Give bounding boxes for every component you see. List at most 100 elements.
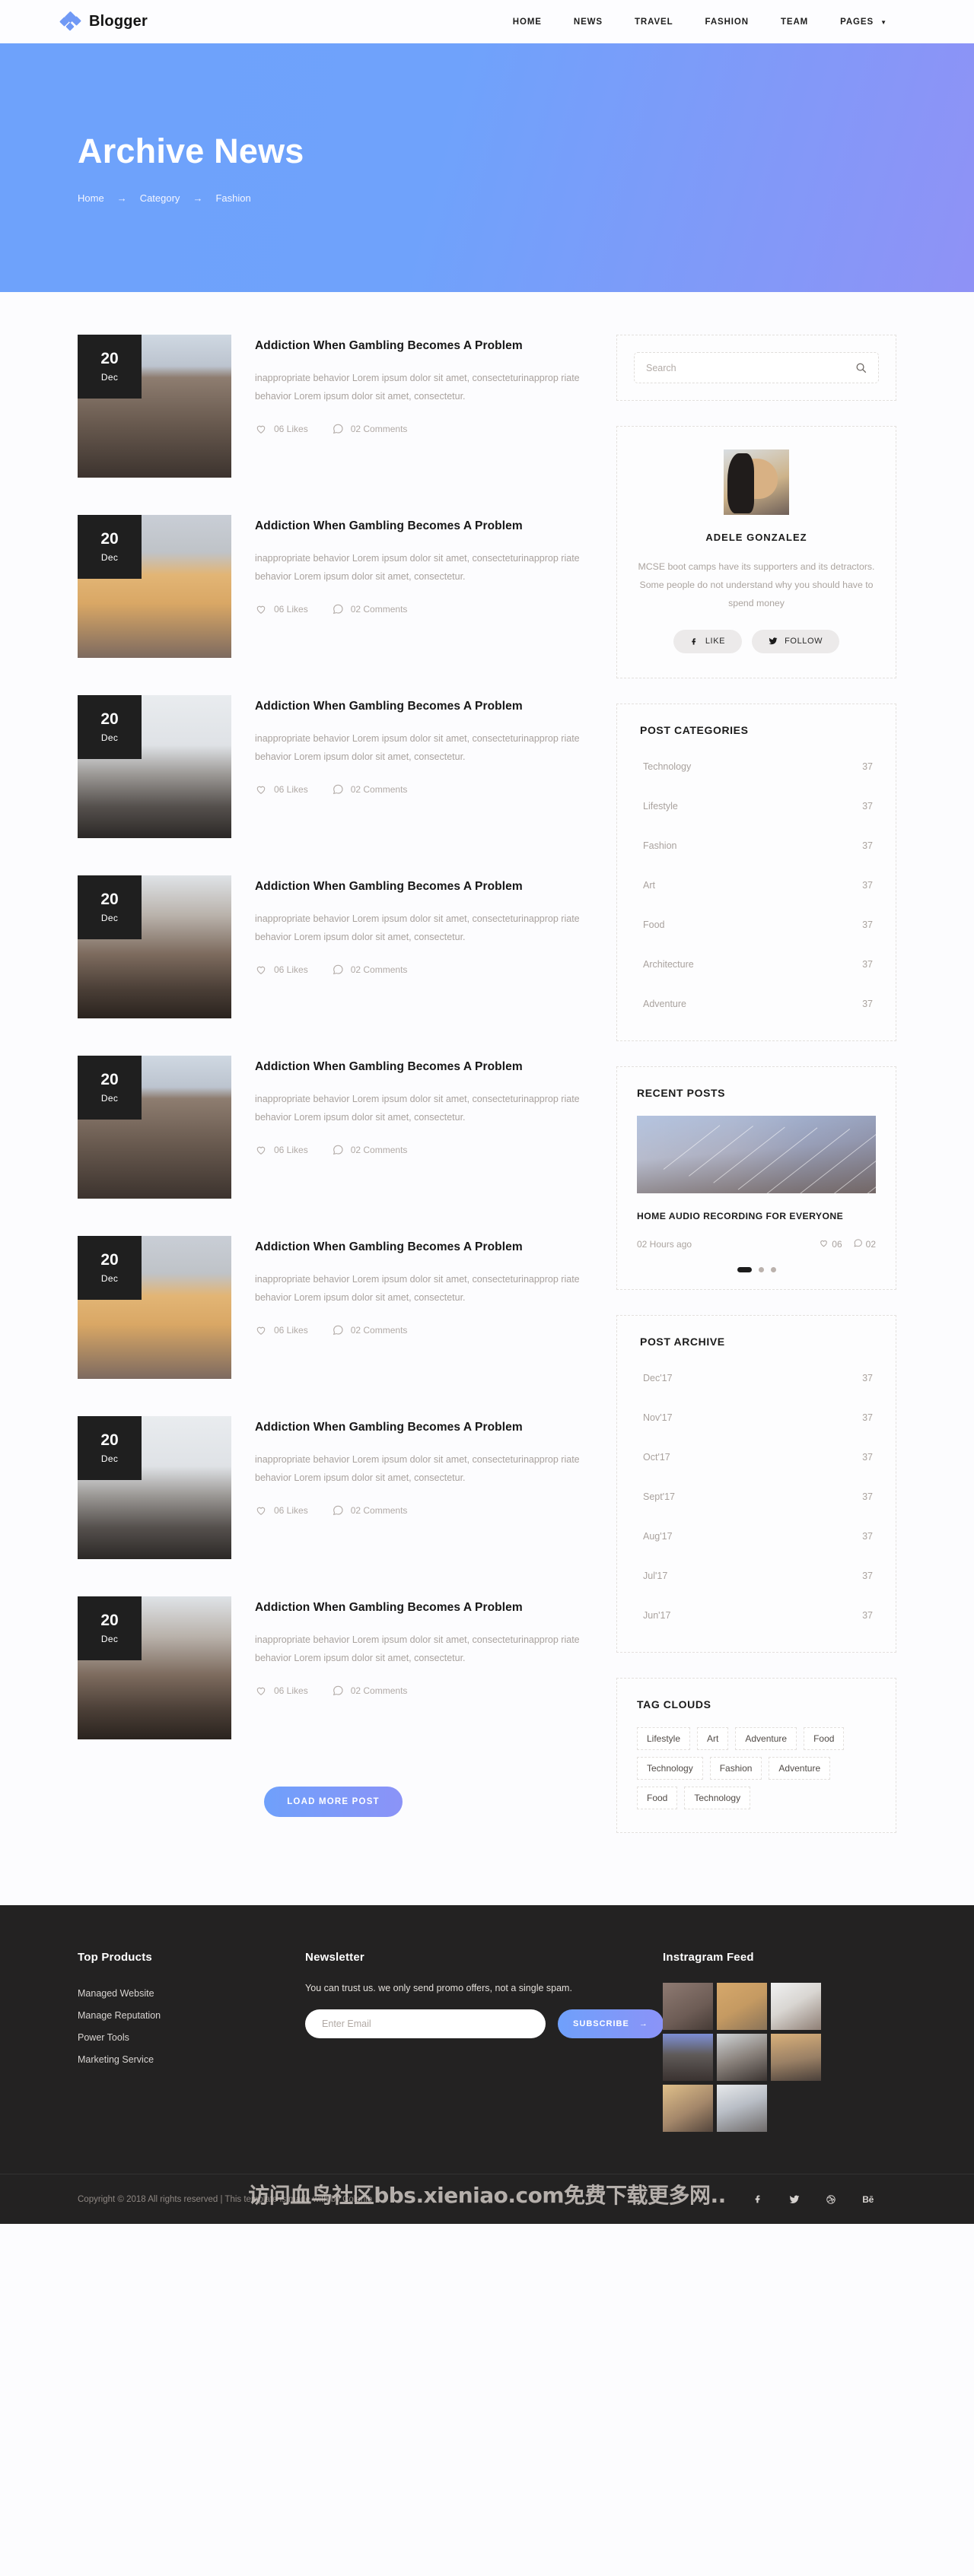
tag-item[interactable]: Technology xyxy=(684,1787,751,1810)
post-title[interactable]: Addiction When Gambling Becomes A Proble… xyxy=(255,1419,589,1436)
carousel-dot-2[interactable] xyxy=(758,1267,764,1273)
post-title[interactable]: Addiction When Gambling Becomes A Proble… xyxy=(255,518,589,535)
footer-link[interactable]: Managed Website xyxy=(78,1983,305,2005)
post-title[interactable]: Addiction When Gambling Becomes A Proble… xyxy=(255,338,589,354)
archive-row[interactable]: Jul'17 37 xyxy=(623,1556,890,1596)
nav-item-news[interactable]: NEWS xyxy=(574,17,603,27)
post-thumbnail[interactable]: 20 Dec xyxy=(78,1236,231,1379)
like-button[interactable]: LIKE xyxy=(673,629,743,653)
instagram-thumbnail[interactable] xyxy=(771,2034,822,2082)
nav-item-pages[interactable]: PAGES ▼ xyxy=(840,17,887,27)
heart-icon[interactable] xyxy=(255,1504,267,1517)
archive-row[interactable]: Oct'17 37 xyxy=(623,1437,890,1477)
archive-row[interactable]: Sept'17 37 xyxy=(623,1477,890,1517)
heart-icon[interactable] xyxy=(255,1324,267,1336)
breadcrumb-item-home[interactable]: Home xyxy=(78,192,104,204)
comment-icon[interactable] xyxy=(332,1144,344,1156)
follow-button[interactable]: FOLLOW xyxy=(752,629,840,653)
subscribe-button[interactable]: SUBSCRIBE → xyxy=(558,2009,664,2039)
list-item-label: Jul'17 xyxy=(643,1571,668,1582)
category-row[interactable]: Art 37 xyxy=(623,866,890,905)
heart-icon[interactable] xyxy=(255,1685,267,1697)
nav-item-travel[interactable]: TRAVEL xyxy=(635,17,673,27)
post-description: inappropriate behavior Lorem ipsum dolor… xyxy=(255,373,580,402)
nav-item-home[interactable]: HOME xyxy=(513,17,542,27)
instagram-thumbnail[interactable] xyxy=(771,1983,822,2031)
post-title[interactable]: Addiction When Gambling Becomes A Proble… xyxy=(255,1059,589,1075)
tag-item[interactable]: Adventure xyxy=(735,1727,797,1751)
archive-row[interactable]: Jun'17 37 xyxy=(623,1596,890,1635)
comment-icon[interactable] xyxy=(332,964,344,976)
behance-icon[interactable]: Bē xyxy=(862,2194,874,2205)
breadcrumb-item-category[interactable]: Category xyxy=(140,192,180,204)
instagram-thumbnail[interactable] xyxy=(717,2085,768,2133)
subscribe-label: SUBSCRIBE xyxy=(573,2019,629,2029)
brand-logo[interactable]: Blogger xyxy=(59,11,148,32)
tag-item[interactable]: Technology xyxy=(637,1757,703,1780)
search-input[interactable] xyxy=(646,362,855,373)
post-title[interactable]: Addiction When Gambling Becomes A Proble… xyxy=(255,1599,589,1616)
comment-icon[interactable] xyxy=(332,1324,344,1336)
comment-icon[interactable] xyxy=(332,603,344,615)
tag-item[interactable]: Food xyxy=(804,1727,845,1751)
category-row[interactable]: Lifestyle 37 xyxy=(623,786,890,826)
nav-item-fashion[interactable]: FASHION xyxy=(705,17,749,27)
category-row[interactable]: Food 37 xyxy=(623,905,890,945)
email-field[interactable] xyxy=(305,2009,546,2039)
tag-item[interactable]: Adventure xyxy=(769,1757,831,1780)
tag-item[interactable]: Lifestyle xyxy=(637,1727,691,1751)
comment-icon[interactable] xyxy=(332,1685,344,1697)
instagram-thumbnail[interactable] xyxy=(663,2085,714,2133)
post-title[interactable]: Addiction When Gambling Becomes A Proble… xyxy=(255,878,589,895)
list-item-count: 37 xyxy=(862,761,873,772)
instagram-thumbnail[interactable] xyxy=(717,2034,768,2082)
category-row[interactable]: Architecture 37 xyxy=(623,945,890,984)
post-thumbnail[interactable]: 20 Dec xyxy=(78,515,231,658)
breadcrumb-item-fashion[interactable]: Fashion xyxy=(215,192,250,204)
category-row[interactable]: Technology 37 xyxy=(623,747,890,786)
heart-icon[interactable] xyxy=(255,1144,267,1156)
search-icon[interactable] xyxy=(855,362,867,373)
post-thumbnail[interactable]: 20 Dec xyxy=(78,1056,231,1199)
heart-icon[interactable] xyxy=(255,603,267,615)
comment-icon[interactable] xyxy=(332,1504,344,1517)
category-row[interactable]: Fashion 37 xyxy=(623,826,890,866)
archive-row[interactable]: Nov'17 37 xyxy=(623,1398,890,1437)
post-title[interactable]: Addiction When Gambling Becomes A Proble… xyxy=(255,698,589,715)
twitter-icon[interactable] xyxy=(789,2194,800,2205)
recent-post-title[interactable]: HOME AUDIO RECORDING FOR EVERYONE xyxy=(637,1209,876,1224)
comment-icon[interactable] xyxy=(332,783,344,796)
dribbble-icon[interactable] xyxy=(826,2194,836,2205)
instagram-thumbnail[interactable] xyxy=(663,1983,714,2031)
post-title[interactable]: Addiction When Gambling Becomes A Proble… xyxy=(255,1239,589,1256)
recent-post-thumbnail[interactable] xyxy=(637,1115,876,1193)
facebook-icon[interactable] xyxy=(753,2194,763,2204)
post-thumbnail[interactable]: 20 Dec xyxy=(78,1596,231,1739)
footer-link[interactable]: Power Tools xyxy=(78,2027,305,2049)
footer-link[interactable]: Manage Reputation xyxy=(78,2005,305,2027)
footer-link[interactable]: Marketing Service xyxy=(78,2049,305,2071)
author-profile-widget: ADELE GONZALEZ MCSE boot camps have its … xyxy=(616,426,896,678)
carousel-dot-1[interactable] xyxy=(737,1267,752,1273)
category-row[interactable]: Adventure 37 xyxy=(623,984,890,1024)
post-thumbnail[interactable]: 20 Dec xyxy=(78,1416,231,1559)
instagram-thumbnail[interactable] xyxy=(663,2034,714,2082)
load-more-button[interactable]: LOAD MORE POST xyxy=(264,1787,403,1817)
heart-icon[interactable] xyxy=(255,783,267,796)
archive-row[interactable]: Aug'17 37 xyxy=(623,1517,890,1556)
tag-item[interactable]: Art xyxy=(697,1727,729,1751)
post-meta: 06 Likes 02 Comments xyxy=(255,603,589,615)
comment-icon[interactable] xyxy=(332,423,344,435)
archive-row[interactable]: Dec'17 37 xyxy=(623,1358,890,1398)
tag-item[interactable]: Fashion xyxy=(709,1757,762,1780)
nav-item-team[interactable]: TEAM xyxy=(781,17,808,27)
post-thumbnail[interactable]: 20 Dec xyxy=(78,875,231,1018)
post-thumbnail[interactable]: 20 Dec xyxy=(78,695,231,838)
post-thumbnail[interactable]: 20 Dec xyxy=(78,335,231,478)
heart-icon[interactable] xyxy=(255,964,267,976)
tag-item[interactable]: Food xyxy=(637,1787,678,1810)
search-box[interactable] xyxy=(634,352,879,383)
heart-icon[interactable] xyxy=(255,423,267,435)
carousel-dot-3[interactable] xyxy=(770,1267,776,1273)
instagram-thumbnail[interactable] xyxy=(717,1983,768,2031)
